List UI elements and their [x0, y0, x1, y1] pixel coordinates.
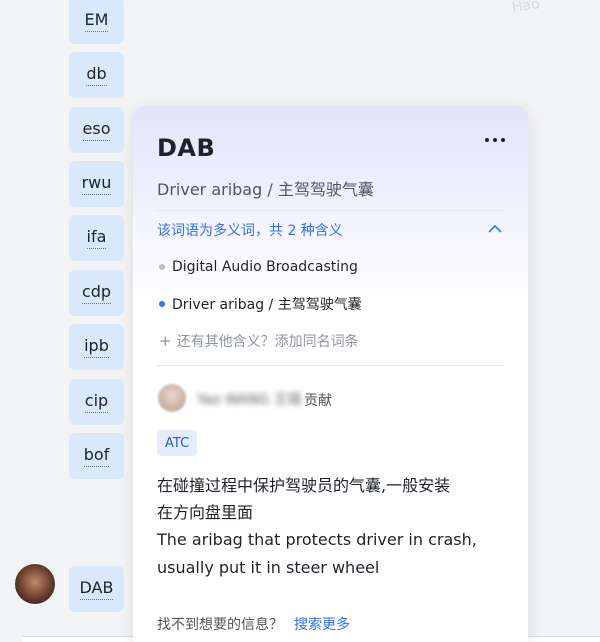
- footer-question: 找不到想要的信息？: [157, 617, 283, 633]
- contributor-suffix: 贡献: [304, 393, 332, 409]
- divider: [157, 365, 504, 366]
- term-label: cip: [84, 391, 109, 413]
- term-label: DAB: [79, 578, 114, 600]
- term-label: db: [86, 64, 107, 86]
- meaning-label: Driver aribag / 主驾驾驶气囊: [172, 297, 362, 313]
- divider: [157, 210, 504, 211]
- polysemy-toggle[interactable]: 该词语为多义词，共 2 种含义: [157, 220, 504, 242]
- plus-icon: +: [159, 332, 172, 350]
- term-chip[interactable]: db: [69, 52, 124, 98]
- sender-avatar[interactable]: [15, 564, 55, 604]
- meaning-label: Digital Audio Broadcasting: [172, 259, 358, 275]
- contributor-avatar[interactable]: [158, 384, 186, 412]
- term-label: EM: [84, 10, 109, 32]
- term-label: ifa: [86, 227, 107, 249]
- term-chip[interactable]: rwu: [69, 161, 124, 207]
- term-label: bof: [83, 445, 110, 467]
- add-meaning-label: 还有其他含义？添加同名词条: [176, 334, 359, 350]
- card-subtitle: Driver aribag / 主驾驾驶气囊: [157, 180, 374, 199]
- term-card: DAB Driver aribag / 主驾驾驶气囊 该词语为多义词，共 2 种…: [133, 106, 528, 642]
- term-chip-active[interactable]: DAB: [69, 566, 124, 612]
- description-zh-line1: 在碰撞过程中保护驾驶员的气囊,一般安装: [157, 476, 451, 495]
- search-more-link[interactable]: 搜索更多: [294, 614, 350, 634]
- contributor-name[interactable]: Yao WANG 王瑶: [197, 389, 302, 409]
- description-en-line1: The aribag that protects driver in crash…: [157, 530, 477, 549]
- term-chip[interactable]: ipb: [69, 324, 124, 370]
- term-chip[interactable]: cdp: [69, 270, 124, 316]
- category-tag[interactable]: ATC: [157, 430, 198, 456]
- description-en-line2: usually put it in steer wheel: [157, 558, 380, 577]
- description-zh-line2: 在方向盘里面: [157, 503, 254, 522]
- card-title: DAB: [157, 134, 216, 162]
- watermark: Hao: [511, 0, 541, 16]
- polysemy-note: 该词语为多义词，共 2 种含义: [157, 223, 343, 239]
- term-chip[interactable]: bof: [69, 433, 124, 479]
- term-label: cdp: [81, 282, 112, 304]
- meaning-item[interactable]: Digital Audio Broadcasting: [159, 257, 358, 277]
- chevron-up-icon: [488, 224, 502, 233]
- more-icon[interactable]: [483, 132, 507, 148]
- term-label: ipb: [84, 336, 109, 358]
- term-label: rwu: [81, 173, 112, 195]
- add-meaning-link[interactable]: + 还有其他含义？添加同名词条: [159, 331, 359, 351]
- term-chip[interactable]: cip: [69, 379, 124, 425]
- bullet-dot: [159, 301, 165, 307]
- term-label: eso: [82, 119, 111, 141]
- term-chip[interactable]: eso: [69, 107, 124, 153]
- term-chip[interactable]: ifa: [69, 215, 124, 261]
- bullet-dot: [159, 264, 165, 270]
- meaning-item-selected[interactable]: Driver aribag / 主驾驾驶气囊: [159, 294, 362, 314]
- term-chip[interactable]: EM: [69, 0, 124, 44]
